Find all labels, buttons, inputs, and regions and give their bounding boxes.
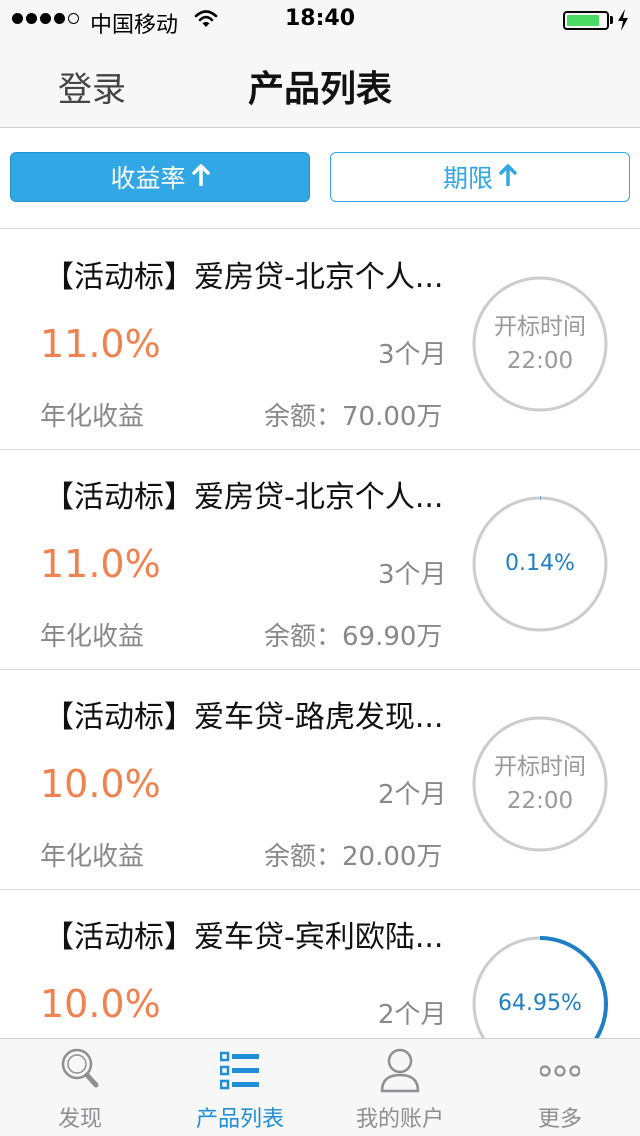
magnifier-icon xyxy=(60,1047,100,1093)
product-title: 【活动标】爱房贷-北京个人... xyxy=(44,260,444,295)
open-time-label: 开标时间 22:00 xyxy=(472,276,608,412)
tab-more[interactable]: 更多 xyxy=(480,1039,640,1136)
product-term: 3个月 xyxy=(378,560,447,590)
remaining-amount: 余额：20.00万 xyxy=(264,842,443,872)
product-row[interactable]: 【活动标】爱车贷-宾利欧陆...10.0%2个月年化收益64.95% xyxy=(0,890,640,1038)
tab-my-account[interactable]: 我的账户 xyxy=(320,1039,480,1136)
remaining-amount: 余额：70.00万 xyxy=(264,402,443,432)
arrow-up-icon xyxy=(191,163,210,192)
tab-product-list[interactable]: 产品列表 xyxy=(160,1039,320,1136)
tab-label: 我的账户 xyxy=(355,1107,444,1132)
tab-label: 产品列表 xyxy=(195,1107,284,1132)
status-bar: 中国移动 18:40 xyxy=(0,0,640,40)
remaining-amount: 余额：69.90万 xyxy=(264,622,443,652)
annual-rate: 11.0% xyxy=(40,322,161,366)
arrow-up-icon xyxy=(499,163,517,192)
progress-ring: 开标时间 22:00 xyxy=(472,276,608,412)
open-time-value: 22:00 xyxy=(506,348,574,374)
nav-bar: 登录 产品列表 xyxy=(0,40,640,128)
tab-discover[interactable]: 发现 xyxy=(0,1039,160,1136)
progress-ring: 0.14% xyxy=(472,496,608,632)
tab-label: 更多 xyxy=(537,1107,582,1132)
product-row[interactable]: 【活动标】爱车贷-路虎发现... 10.0% 2个月 年化收益 余额：20.00万 开标时… xyxy=(0,670,640,890)
annual-rate-label: 年化收益 xyxy=(40,622,145,652)
tab-label: 发现 xyxy=(57,1107,102,1132)
open-time-caption: 开标时间 xyxy=(494,754,586,780)
open-time-value: 22:00 xyxy=(506,788,574,814)
progress-percent-value: 0.14% xyxy=(505,551,575,576)
sort-term-label: 期限 xyxy=(442,164,493,193)
sort-by-term-button[interactable]: 期限 xyxy=(330,152,630,202)
more-dots-icon xyxy=(539,1047,581,1093)
sort-bar: 收益率 期限 xyxy=(0,129,640,229)
product-title: 【活动标】爱车贷-路虎发现... xyxy=(44,700,444,735)
product-row[interactable]: 【活动标】爱房贷-北京个人... 11.0% 3个月 年化收益 余额：70.00万 开标时… xyxy=(0,230,640,450)
status-time: 18:40 xyxy=(284,6,356,31)
person-icon xyxy=(380,1047,420,1093)
product-row[interactable]: 【活动标】爱房贷-北京个人... 11.0% 3个月年化收益 余额：69.90万 0.1… xyxy=(0,450,640,670)
battery-icon xyxy=(563,11,609,30)
progress-ring: 开标时间 22:00 xyxy=(472,716,608,852)
annual-rate: 11.0% xyxy=(40,542,161,586)
product-term: 2个月 xyxy=(378,1000,447,1030)
annual-rate: 10.0% xyxy=(40,982,161,1026)
progress-percent: 64.95% xyxy=(472,936,608,1038)
product-title: 【活动标】爱车贷-宾利欧陆... xyxy=(44,920,444,955)
open-time-label: 开标时间 22:00 xyxy=(472,716,608,852)
battery-cap xyxy=(610,16,613,24)
progress-ring: 64.95% xyxy=(472,936,608,1038)
annual-rate-label: 年化收益 xyxy=(40,842,145,872)
open-time-caption: 开标时间 xyxy=(494,314,586,340)
product-list: 【活动标】爱房贷-北京个人... 11.0% 3个月 年化收益 余额：70.00万 开标时… xyxy=(0,230,640,1038)
progress-percent-value: 64.95% xyxy=(498,991,582,1016)
page-title: 产品列表 xyxy=(247,69,392,110)
product-term: 3个月 xyxy=(378,340,447,370)
list-icon xyxy=(219,1047,260,1093)
progress-percent: 0.14% xyxy=(472,496,608,632)
annual-rate: 10.0% xyxy=(40,762,161,806)
annual-rate-label: 年化收益 xyxy=(40,402,145,432)
product-title: 【活动标】爱房贷-北京个人... xyxy=(44,480,444,515)
product-term: 2个月 xyxy=(378,780,447,810)
charging-bolt-icon xyxy=(617,9,629,35)
sort-yield-label: 收益率 xyxy=(110,164,186,193)
sort-by-yield-button[interactable]: 收益率 xyxy=(10,152,310,202)
tab-bar: 发现 产品列表 我的账户 更多 xyxy=(0,1038,640,1136)
